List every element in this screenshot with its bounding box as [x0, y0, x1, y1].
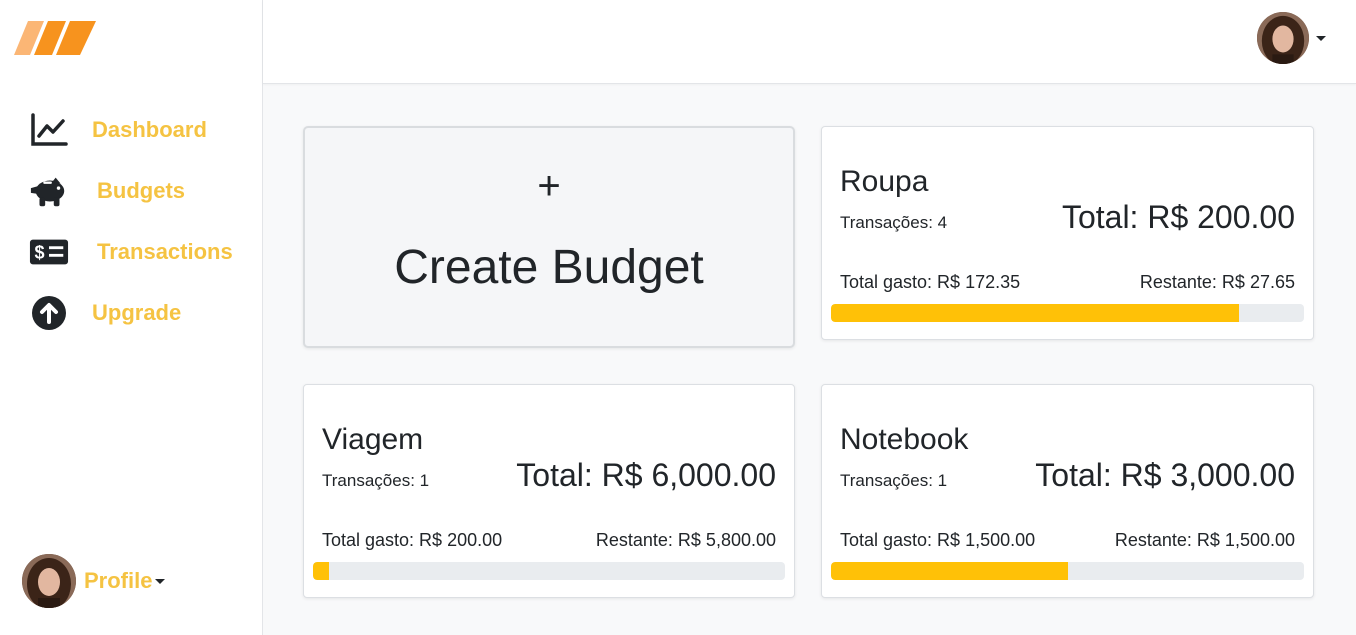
budget-remaining: Restante: R$ 1,500.00 — [1114, 530, 1295, 550]
sidebar-item-transactions[interactable]: $ Transactions — [29, 232, 233, 272]
sidebar-item-upgrade[interactable]: Upgrade — [29, 293, 181, 333]
budget-spent: Total gasto: R$ 1,500.00 — [840, 530, 1036, 550]
budget-name: Viagem — [322, 423, 424, 456]
budget-progress-fill — [831, 304, 1239, 322]
arrow-up-circle-icon — [29, 293, 69, 333]
money-check-icon: $ — [29, 232, 69, 272]
piggy-bank-icon — [29, 171, 69, 211]
budget-card[interactable]: Roupa Transações: 4 Total: R$ 200.00 Tot… — [821, 126, 1314, 340]
budget-remaining: Restante: R$ 27.65 — [1139, 272, 1295, 292]
sidebar-item-label: Budgets — [97, 178, 185, 203]
budget-total: Total: R$ 6,000.00 — [516, 457, 776, 493]
top-bar — [263, 0, 1356, 84]
budget-spent: Total gasto: R$ 200.00 — [322, 530, 503, 550]
avatar — [22, 554, 76, 608]
sidebar-item-dashboard[interactable]: Dashboard — [29, 110, 207, 150]
sidebar-item-label: Upgrade — [92, 300, 182, 325]
chevron-down-icon — [155, 578, 166, 584]
budget-name: Roupa — [840, 165, 929, 198]
budget-transactions: Transações: 1 — [840, 471, 948, 490]
sidebar: Dashboard Budgets $ Transactions Upgrade… — [0, 0, 263, 635]
budget-card[interactable]: Notebook Transações: 1 Total: R$ 3,000.0… — [821, 384, 1314, 598]
budget-progress-fill — [313, 562, 329, 580]
sidebar-item-budgets[interactable]: Budgets — [29, 171, 185, 211]
brand-logo[interactable] — [14, 21, 98, 55]
chart-line-icon — [29, 110, 69, 150]
sidebar-item-label: Transactions — [97, 239, 233, 264]
svg-text:$: $ — [34, 243, 44, 263]
budget-progress-bar — [831, 562, 1304, 580]
budget-progress-bar — [313, 562, 785, 580]
budget-progress-bar — [831, 304, 1304, 322]
budget-transactions: Transações: 4 — [840, 213, 948, 232]
budget-progress-fill — [831, 562, 1068, 580]
avatar — [1257, 12, 1309, 64]
profile-label: Profile — [84, 568, 153, 593]
budget-total: Total: R$ 3,000.00 — [1035, 457, 1295, 493]
chevron-down-icon — [1316, 35, 1326, 41]
create-budget-label: Create Budget — [394, 241, 704, 294]
budget-name: Notebook — [840, 423, 969, 456]
user-menu[interactable] — [1257, 12, 1326, 64]
sidebar-item-label: Dashboard — [92, 117, 207, 142]
budget-transactions: Transações: 1 — [322, 471, 430, 490]
budget-remaining: Restante: R$ 5,800.00 — [595, 530, 776, 550]
budget-spent: Total gasto: R$ 172.35 — [840, 272, 1021, 292]
budget-card[interactable]: Viagem Transações: 1 Total: R$ 6,000.00 … — [303, 384, 795, 598]
profile-menu[interactable]: Profile — [22, 554, 166, 608]
budget-total: Total: R$ 200.00 — [1061, 199, 1295, 235]
create-budget-card[interactable]: + Create Budget — [303, 126, 795, 348]
plus-icon: + — [537, 164, 561, 208]
